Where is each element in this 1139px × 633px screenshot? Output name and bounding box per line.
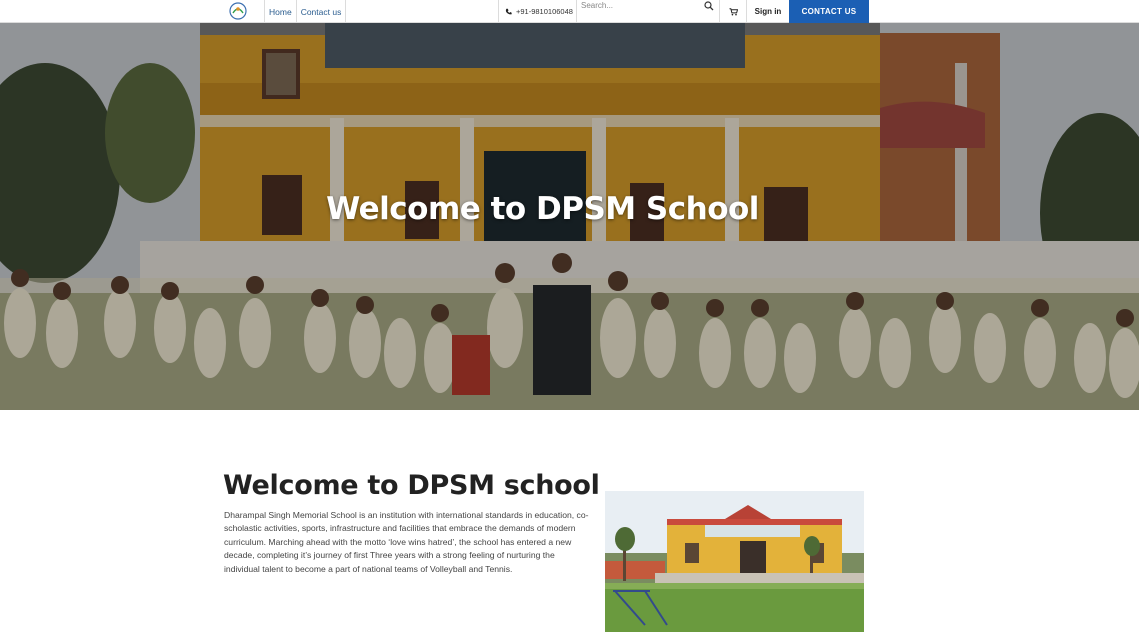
hero-title: Welcome to DPSM School bbox=[326, 191, 759, 227]
phone-number: +91-9810106048 bbox=[516, 7, 573, 16]
school-building-image bbox=[605, 491, 864, 632]
school-logo-icon[interactable] bbox=[227, 1, 249, 21]
phone-contact[interactable]: +91-9810106048 bbox=[498, 0, 576, 23]
school-building-photo bbox=[605, 491, 864, 632]
search-box bbox=[576, 0, 719, 23]
main-nav: Home Contact us bbox=[264, 0, 347, 23]
nav-contact-link[interactable]: Contact us bbox=[295, 0, 347, 23]
sign-in-link[interactable]: Sign in bbox=[747, 0, 789, 23]
shopping-cart-icon bbox=[729, 7, 738, 15]
hero-banner: Welcome to DPSM School bbox=[0, 23, 1139, 410]
nav-home-link[interactable]: Home bbox=[264, 0, 296, 23]
cart-button[interactable] bbox=[719, 0, 747, 23]
phone-icon bbox=[505, 8, 512, 15]
top-navbar: Home Contact us +91-9810106048 Sign in C… bbox=[0, 0, 1139, 23]
search-icon[interactable] bbox=[704, 1, 714, 11]
contact-us-button[interactable]: CONTACT US bbox=[789, 0, 869, 23]
welcome-heading: Welcome to DPSM school bbox=[223, 470, 600, 501]
search-input[interactable] bbox=[581, 0, 699, 11]
welcome-description: Dharampal Singh Memorial School is an in… bbox=[224, 510, 589, 574]
